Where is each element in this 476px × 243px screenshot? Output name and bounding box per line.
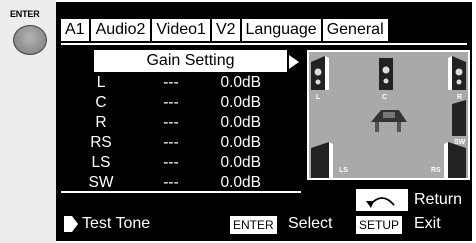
speaker-r-icon <box>448 56 466 90</box>
speaker-layout-svg: L C R SW LS RS <box>311 56 466 178</box>
return-arrow-icon <box>366 197 395 208</box>
speaker-label-r: R <box>457 94 462 101</box>
enter-key-hint: ENTER <box>230 216 277 234</box>
speaker-ls-icon <box>311 142 333 178</box>
channel-dash: --- <box>163 114 179 131</box>
channel-dash: --- <box>163 94 179 111</box>
return-key-hint <box>356 189 408 211</box>
gain-row-r[interactable]: R --- 0.0dB <box>56 113 296 133</box>
test-tone-label[interactable]: Test Tone <box>82 214 150 234</box>
selection-pointer-icon <box>289 55 299 69</box>
channel-name: R <box>95 114 107 131</box>
setup-key-hint: SETUP <box>356 216 403 234</box>
speaker-l-icon <box>311 56 329 90</box>
channel-name: C <box>95 94 107 111</box>
gain-row-l[interactable]: L --- 0.0dB <box>56 73 296 93</box>
gain-row-c[interactable]: C --- 0.0dB <box>56 93 296 113</box>
tab-audio2[interactable]: Audio2 <box>90 19 151 41</box>
channel-value: 0.0dB <box>220 74 261 91</box>
speaker-c-icon <box>379 58 393 90</box>
channel-value: 0.0dB <box>220 94 261 111</box>
enter-label: ENTER <box>10 9 40 19</box>
speaker-sw-icon <box>452 100 466 136</box>
channel-value: 0.0dB <box>220 174 261 191</box>
test-tone-arrow-icon <box>64 216 78 232</box>
remote-panel: ENTER <box>0 0 56 243</box>
speaker-label-c: C <box>382 94 387 101</box>
channel-dash: --- <box>163 154 179 171</box>
tab-video1[interactable]: Video1 <box>152 19 210 41</box>
return-label[interactable]: Return <box>414 190 462 210</box>
gain-setting-title[interactable]: Gain Setting <box>94 50 287 72</box>
tab-bar: A1 Audio2 Video1 V2 Language General <box>61 19 390 43</box>
speaker-layout-diagram: L C R SW LS RS <box>307 50 470 180</box>
channel-dash: --- <box>163 134 179 151</box>
gain-row-rs[interactable]: RS --- 0.0dB <box>56 133 296 153</box>
speaker-label-rs: RS <box>431 167 441 174</box>
listener-seat-icon <box>371 110 407 132</box>
channel-name: SW <box>88 174 114 191</box>
channel-name: LS <box>91 154 111 171</box>
tab-language[interactable]: Language <box>241 19 321 41</box>
osd-screen: A1 Audio2 Video1 V2 Language General Gai… <box>56 2 472 241</box>
tab-a1[interactable]: A1 <box>61 19 89 41</box>
channel-name: RS <box>90 134 112 151</box>
tab-general[interactable]: General <box>322 19 388 41</box>
channel-name: L <box>96 74 106 91</box>
footer-divider <box>61 191 301 193</box>
exit-label[interactable]: Exit <box>414 214 441 234</box>
channel-value: 0.0dB <box>220 134 261 151</box>
channel-value: 0.0dB <box>220 114 261 131</box>
tab-divider <box>61 43 467 45</box>
select-label: Select <box>288 215 333 232</box>
gain-row-sw[interactable]: SW --- 0.0dB <box>56 173 296 193</box>
tab-v2[interactable]: V2 <box>211 19 240 41</box>
channel-dash: --- <box>163 174 179 191</box>
channel-dash: --- <box>163 74 179 91</box>
gain-row-ls[interactable]: LS --- 0.0dB <box>56 153 296 173</box>
speaker-label-ls: LS <box>339 167 348 174</box>
channel-value: 0.0dB <box>220 154 261 171</box>
enter-button[interactable] <box>13 25 47 55</box>
speaker-rs-icon <box>444 142 466 178</box>
speaker-label-l: L <box>316 94 321 101</box>
